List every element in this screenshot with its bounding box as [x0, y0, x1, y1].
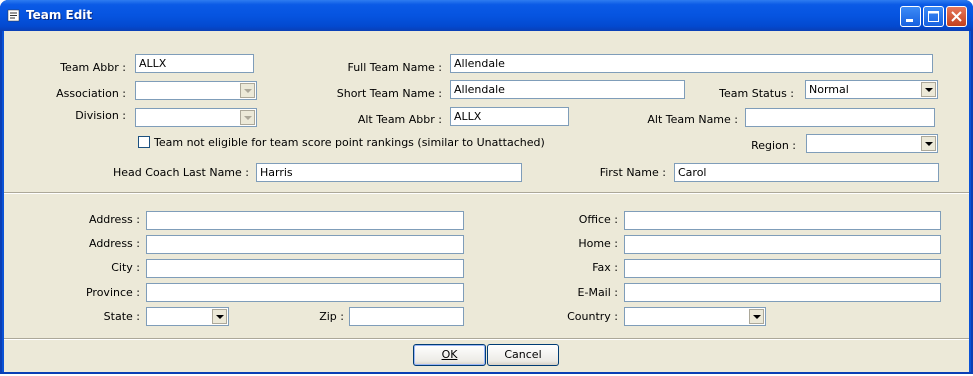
dialog-body: Team Abbr : ALLX Full Team Name : Allend… — [4, 31, 969, 372]
head-coach-last-name-field[interactable]: Harris — [256, 163, 522, 182]
minimize-icon — [906, 19, 913, 22]
address2-field[interactable] — [146, 235, 464, 254]
division-label: Division : — [75, 109, 126, 122]
short-team-name-label: Short Team Name : — [336, 87, 442, 100]
not-eligible-label: Team not eligible for team score point r… — [154, 136, 545, 149]
first-name-field[interactable]: Carol — [674, 163, 939, 182]
team-status-label: Team Status : — [719, 87, 794, 100]
country-label: Country : — [567, 310, 618, 323]
maximize-icon — [928, 11, 939, 22]
cancel-button[interactable]: Cancel — [487, 344, 559, 366]
fax-field[interactable] — [624, 259, 941, 278]
maximize-button[interactable] — [923, 6, 944, 27]
chevron-down-icon[interactable] — [240, 83, 255, 98]
email-label: E-Mail : — [577, 286, 618, 299]
chevron-down-icon[interactable] — [921, 136, 936, 151]
city-field[interactable] — [146, 259, 464, 278]
office-label: Office : — [578, 213, 618, 226]
country-select[interactable] — [624, 307, 766, 326]
chevron-down-icon[interactable] — [240, 110, 255, 125]
address1-field[interactable] — [146, 211, 464, 230]
fax-label: Fax : — [592, 261, 618, 274]
province-field[interactable] — [146, 283, 464, 302]
short-team-name-field[interactable]: Allendale — [450, 80, 685, 99]
email-field[interactable] — [624, 283, 941, 302]
app-icon — [7, 9, 20, 22]
window-title: Team Edit — [26, 8, 93, 22]
close-icon — [951, 11, 962, 22]
division-select[interactable] — [135, 108, 257, 127]
state-select[interactable] — [146, 307, 229, 326]
city-label: City : — [111, 261, 140, 274]
full-team-name-field[interactable]: Allendale — [450, 54, 933, 73]
region-select[interactable] — [806, 134, 938, 153]
home-phone-field[interactable] — [624, 235, 941, 254]
team-status-value: Normal — [809, 83, 849, 96]
ok-button[interactable]: OK — [413, 344, 486, 366]
alt-team-name-field[interactable] — [745, 108, 935, 127]
section-divider — [4, 192, 969, 194]
chevron-down-icon[interactable] — [212, 309, 227, 324]
button-divider — [4, 338, 969, 340]
address1-label: Address : — [88, 213, 140, 226]
state-label: State : — [103, 310, 140, 323]
first-name-label: First Name : — [599, 166, 666, 179]
full-team-name-label: Full Team Name : — [347, 61, 442, 74]
alt-team-abbr-field[interactable]: ALLX — [450, 107, 569, 126]
office-phone-field[interactable] — [624, 211, 941, 230]
region-label: Region : — [751, 139, 796, 152]
chevron-down-icon[interactable] — [749, 309, 764, 324]
team-status-select[interactable]: Normal — [805, 80, 938, 99]
association-label: Association : — [56, 87, 126, 100]
team-abbr-field[interactable]: ALLX — [135, 54, 254, 73]
zip-field[interactable] — [349, 307, 464, 326]
zip-label: Zip : — [319, 310, 344, 323]
title-bar[interactable]: Team Edit — [0, 0, 973, 31]
association-select[interactable] — [135, 81, 257, 100]
province-label: Province : — [85, 286, 140, 299]
alt-team-abbr-label: Alt Team Abbr : — [357, 113, 442, 126]
cancel-button-label: Cancel — [504, 348, 542, 361]
chevron-down-icon[interactable] — [921, 82, 936, 97]
minimize-button[interactable] — [900, 6, 921, 27]
ok-button-label: OK — [441, 348, 458, 361]
head-coach-last-name-label: Head Coach Last Name : — [113, 166, 249, 179]
team-abbr-label: Team Abbr : — [60, 61, 126, 74]
address2-label: Address : — [88, 237, 140, 250]
close-button[interactable] — [946, 6, 967, 27]
alt-team-name-label: Alt Team Name : — [647, 113, 738, 126]
not-eligible-checkbox[interactable] — [138, 136, 150, 148]
home-label: Home : — [578, 237, 618, 250]
